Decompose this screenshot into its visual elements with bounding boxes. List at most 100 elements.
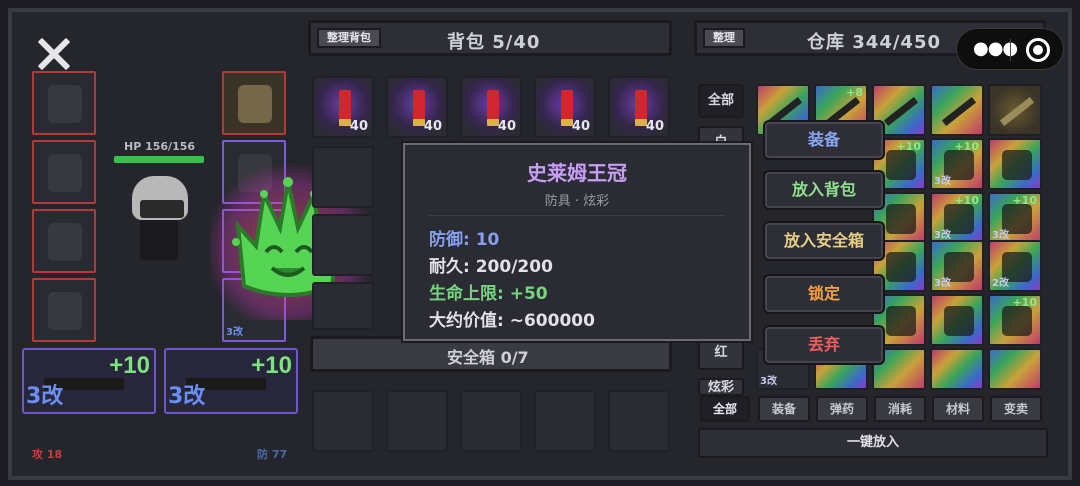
filter-tab-ammo[interactable]: 弹药 — [816, 396, 868, 422]
boots-slot[interactable] — [32, 278, 96, 342]
backpack-cell[interactable]: 40 — [312, 76, 374, 138]
equip-button[interactable]: 装备 — [763, 120, 885, 160]
upgrade-badge: +10 — [1012, 194, 1037, 207]
primary-weapon-slot[interactable]: +10 3改 — [22, 348, 156, 414]
warehouse-cell[interactable] — [930, 294, 984, 346]
record-icon[interactable] — [1026, 38, 1050, 62]
helmet-icon — [1002, 150, 1032, 180]
capsule-divider — [1010, 39, 1011, 61]
armor-slot[interactable] — [32, 140, 96, 204]
backpack-cell[interactable]: 40 — [608, 76, 670, 138]
side-tab-all[interactable]: 全部 — [698, 84, 744, 118]
close-icon[interactable] — [34, 34, 74, 74]
safe-cell[interactable] — [534, 390, 596, 452]
item-count: 40 — [349, 119, 368, 134]
hp-label: HP 156/156 — [124, 140, 196, 153]
warehouse-cell[interactable]: 2改 — [988, 240, 1042, 292]
shotgun-shell-icon — [413, 90, 425, 126]
item-defense: 防御: 10 — [429, 230, 500, 250]
warehouse-cell[interactable]: +10 — [988, 294, 1042, 346]
boots-icon — [944, 306, 974, 336]
armor-icon — [48, 154, 82, 192]
warehouse-cell[interactable]: 3改 — [930, 240, 984, 292]
safe-box-header: 安全箱 0/7 — [310, 336, 672, 372]
lock-button[interactable]: 锁定 — [763, 274, 885, 314]
warehouse-cell[interactable]: +10 3改 — [930, 138, 984, 190]
backpack-cell[interactable]: 40 — [386, 76, 448, 138]
backpack-cell[interactable]: 40 — [534, 76, 596, 138]
put-in-safe-box-button[interactable]: 放入安全箱 — [763, 221, 885, 261]
boots-icon — [886, 306, 916, 336]
safe-cell[interactable] — [608, 390, 670, 452]
shotgun-shell-icon — [339, 90, 351, 126]
upgrade-badge: +10 — [1012, 296, 1037, 309]
backpack-cell[interactable]: 40 — [460, 76, 522, 138]
backpack-header: 整理背包 背包 5/40 — [308, 20, 672, 56]
helmet-icon — [48, 85, 82, 123]
armor-icon — [886, 204, 916, 234]
filter-tab-sell[interactable]: 变卖 — [990, 396, 1042, 422]
sort-backpack-button[interactable]: 整理背包 — [317, 28, 381, 48]
safe-cell[interactable] — [312, 390, 374, 452]
mod-badge: 3改 — [934, 176, 951, 187]
filter-tab-all[interactable]: 全部 — [700, 396, 750, 422]
weapon-bonus: +10 — [109, 352, 150, 379]
backpack-cell[interactable] — [312, 146, 374, 208]
backpack-cell[interactable] — [312, 282, 374, 330]
mod-badge: 3改 — [934, 230, 951, 241]
pants-slot[interactable] — [32, 209, 96, 273]
upgrade-badge: +10 — [896, 140, 921, 153]
warehouse-cell[interactable] — [930, 84, 984, 136]
put-all-button[interactable]: 一键放入 — [698, 428, 1048, 458]
warehouse-cell[interactable] — [930, 348, 984, 390]
discard-button[interactable]: 丢弃 — [763, 325, 885, 365]
secondary-weapon-slot[interactable]: +10 3改 — [164, 348, 298, 414]
item-name: 史莱姆王冠 — [527, 161, 627, 185]
attack-stat: 攻 18 — [32, 448, 63, 461]
weapon-bonus: +10 — [251, 352, 292, 379]
character-body — [140, 218, 178, 260]
filter-tab-consumables[interactable]: 消耗 — [874, 396, 926, 422]
side-tab-red[interactable]: 红 — [698, 336, 744, 370]
tooltip-divider — [429, 215, 725, 216]
helmet-icon — [886, 150, 916, 180]
warehouse-cell[interactable]: +10 3改 — [930, 192, 984, 244]
mod-badge: 3改 — [934, 278, 951, 289]
backpack-cell[interactable] — [312, 214, 374, 276]
item-count: 40 — [423, 119, 442, 134]
safe-cell[interactable] — [386, 390, 448, 452]
safe-box-title: 安全箱 0/7 — [447, 348, 529, 367]
put-in-backpack-button[interactable]: 放入背包 — [763, 170, 885, 210]
item-durability: 耐久: 200/200 — [429, 257, 553, 277]
helmet-slot[interactable] — [32, 71, 96, 135]
rifle-icon — [999, 97, 1035, 126]
mod-badge: 3改 — [226, 327, 243, 338]
filter-tab-equipment[interactable]: 装备 — [758, 396, 810, 422]
filter-tab-materials[interactable]: 材料 — [932, 396, 984, 422]
rifle-icon — [941, 97, 977, 126]
side-tab-rainbow[interactable]: 炫彩 — [698, 378, 744, 396]
upgrade-badge: +10 — [954, 140, 979, 153]
sort-warehouse-button[interactable]: 整理 — [703, 28, 745, 48]
character-mask — [140, 200, 184, 218]
warehouse-cell[interactable] — [988, 138, 1042, 190]
miniprogram-capsule: ●●● — [956, 28, 1064, 70]
mod-badge: 2改 — [992, 278, 1009, 289]
vest-slot[interactable] — [222, 71, 286, 135]
item-value: 大约价值: ~600000 — [429, 311, 595, 331]
hp-bar — [114, 156, 204, 163]
item-tooltip: 史莱姆王冠 防具 · 炫彩 防御: 10 耐久: 200/200 生命上限: +… — [403, 143, 751, 341]
mod-badge: 3改 — [992, 230, 1009, 241]
hp-fill — [114, 156, 204, 163]
warehouse-cell[interactable] — [988, 84, 1042, 136]
item-count: 40 — [645, 119, 664, 134]
warehouse-cell[interactable]: +10 3改 — [988, 192, 1042, 244]
item-count: 40 — [571, 119, 590, 134]
upgrade-badge: +8 — [846, 86, 863, 99]
item-category: 防具 · 炫彩 — [544, 194, 610, 209]
safe-cell[interactable] — [460, 390, 522, 452]
warehouse-title: 仓库 344/450 — [807, 32, 941, 53]
shotgun-shell-icon — [487, 90, 499, 126]
rifle-icon — [883, 97, 919, 126]
warehouse-cell[interactable] — [988, 348, 1042, 390]
